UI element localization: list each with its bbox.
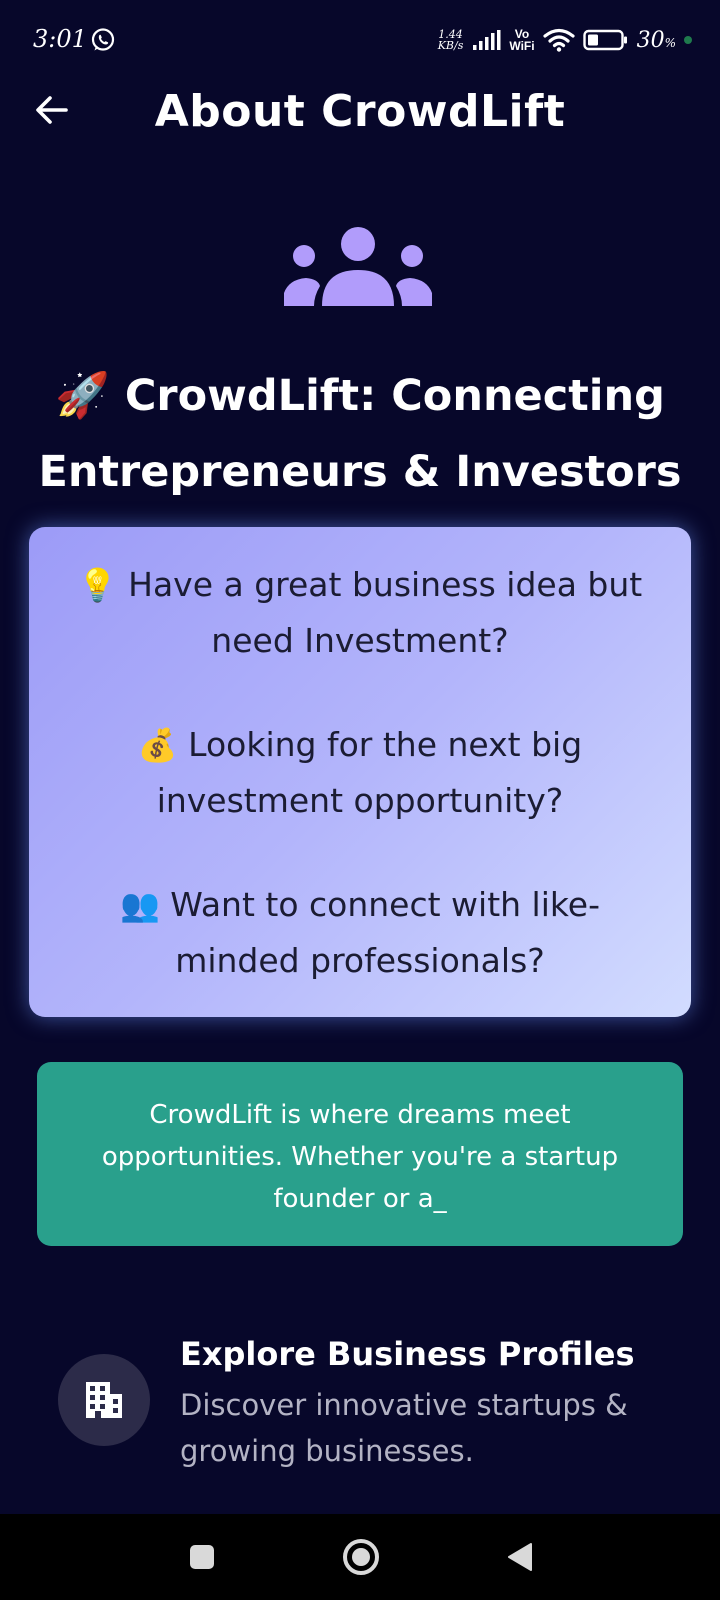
- battery-percent-unit: %: [664, 35, 676, 50]
- rocket-emoji-icon: 🚀: [55, 370, 110, 421]
- question-text: Have a great business idea but need Inve…: [128, 565, 643, 660]
- network-speed-unit: KB/s: [437, 39, 464, 52]
- whatsapp-icon: [91, 28, 115, 51]
- privacy-indicator-dot: [684, 36, 692, 44]
- feature-icon-container: [58, 1354, 150, 1446]
- building-icon: [86, 1382, 122, 1418]
- network-speed: 1.44 KB/s: [438, 29, 464, 51]
- money-bag-emoji-icon: 💰: [137, 726, 178, 764]
- lightbulb-emoji-icon: 💡: [77, 566, 118, 604]
- headline: 🚀 CrowdLift: Connecting Entrepreneurs & …: [20, 358, 700, 510]
- users-group-icon: [284, 227, 432, 306]
- system-back-button[interactable]: [497, 1534, 543, 1580]
- triangle-back-icon: [508, 1543, 532, 1571]
- square-icon: [190, 1545, 214, 1569]
- intro-card: CrowdLift is where dreams meet opportuni…: [37, 1062, 683, 1246]
- question-item: 👥 Want to connect with like-minded profe…: [69, 877, 651, 988]
- page-title: About CrowdLift: [154, 86, 566, 137]
- battery-icon: [582, 29, 627, 51]
- signal-icon: [473, 30, 501, 50]
- status-icons: 1.44 KB/s Vo WiFi 30%: [438, 22, 692, 58]
- people-emoji-icon: 👥: [119, 886, 160, 924]
- question-item: 💡 Have a great business idea but need In…: [69, 557, 651, 668]
- recents-button[interactable]: [179, 1534, 225, 1580]
- questions-card: 💡 Have a great business idea but need In…: [29, 527, 691, 1017]
- battery-percent-value: 30: [636, 27, 665, 53]
- question-item: 💰 Looking for the next big investment op…: [69, 717, 651, 828]
- feature-title: Explore Business Profiles: [180, 1335, 635, 1373]
- vowifi-bottom: WiFi: [509, 39, 535, 53]
- headline-text: CrowdLift: Connecting Entrepreneurs & In…: [38, 371, 682, 497]
- home-button[interactable]: [338, 1534, 384, 1580]
- question-text: Want to connect with like-minded profess…: [170, 885, 601, 980]
- status-bar: 3:01 1.44 KB/s Vo WiFi 30%: [0, 0, 720, 80]
- circle-home-icon: [343, 1539, 379, 1575]
- status-time: 3:01: [33, 25, 87, 53]
- question-text: Looking for the next big investment oppo…: [156, 725, 583, 820]
- wifi-icon: [542, 28, 575, 52]
- feature-description: Discover innovative startups & growing b…: [180, 1388, 628, 1468]
- about-screen: 3:01 1.44 KB/s Vo WiFi 30% About CrowdLi…: [0, 0, 720, 1600]
- vowifi-indicator: Vo WiFi: [509, 28, 534, 52]
- battery-percent: 30%: [637, 28, 676, 53]
- intro-text: CrowdLift is where dreams meet opportuni…: [101, 1100, 619, 1214]
- system-nav-bar: [0, 1514, 720, 1600]
